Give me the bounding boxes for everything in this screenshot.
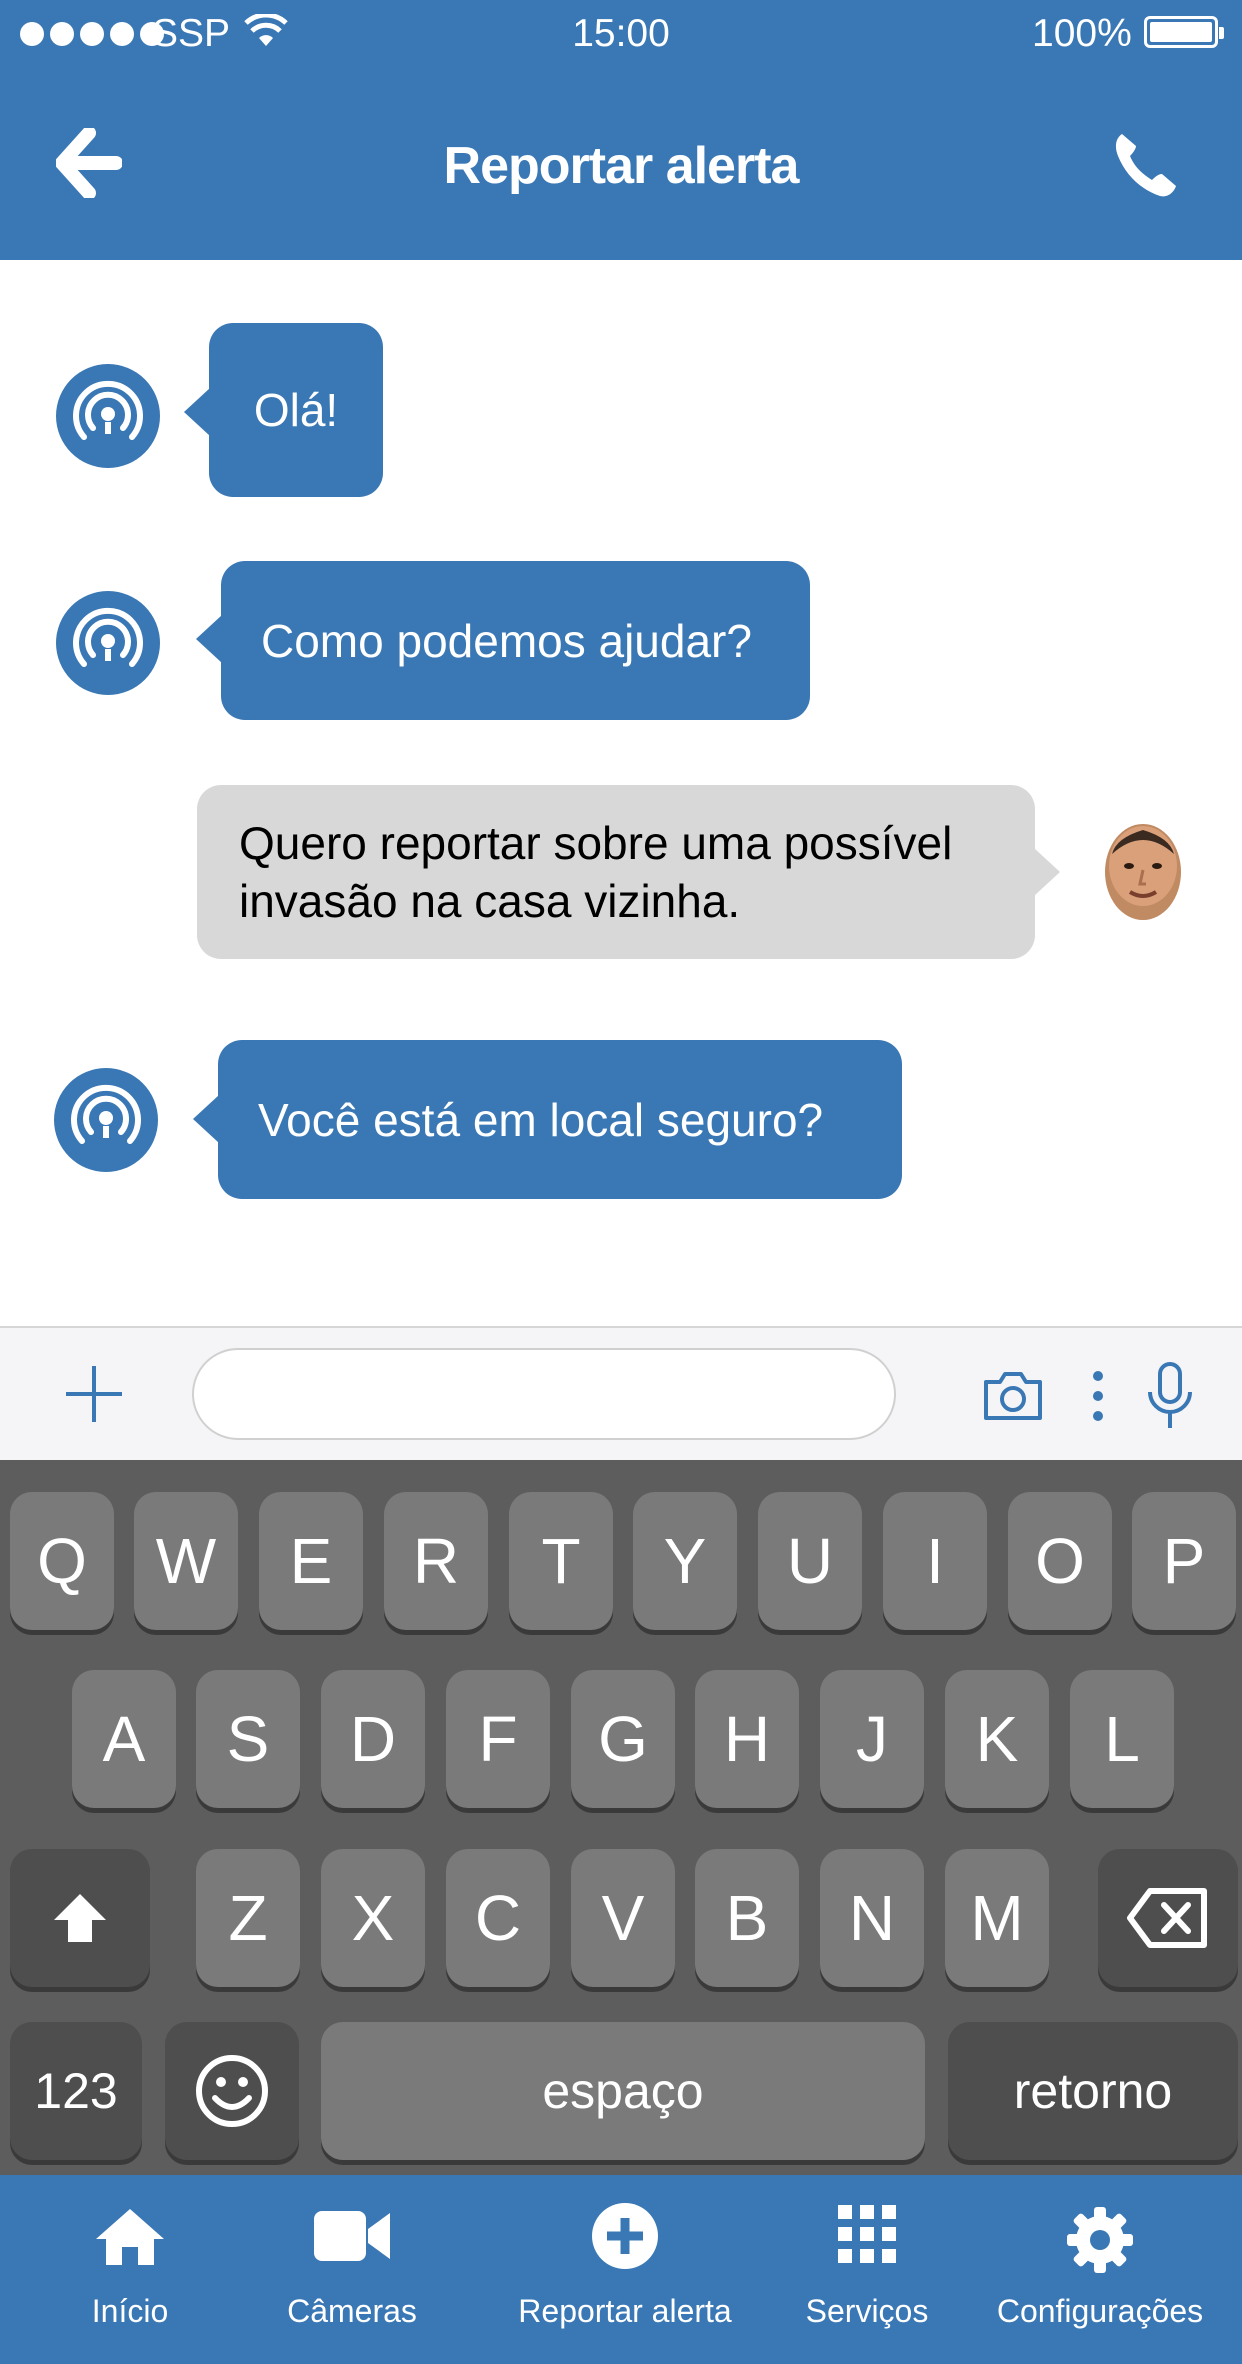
backspace-key[interactable]	[1098, 1849, 1238, 1987]
more-vertical-icon[interactable]	[1090, 1368, 1106, 1424]
key-k[interactable]: K	[945, 1670, 1049, 1808]
broadcast-icon	[73, 380, 143, 440]
space-key[interactable]: espaço	[321, 2022, 925, 2160]
key-p[interactable]: P	[1132, 1492, 1236, 1630]
numbers-key[interactable]: 123	[10, 2022, 142, 2160]
key-a[interactable]: A	[72, 1670, 176, 1808]
key-i[interactable]: I	[883, 1492, 987, 1630]
chat-area[interactable]: Olá! Como podemos ajudar? Quero reportar…	[0, 260, 1242, 1326]
key-x[interactable]: X	[321, 1849, 425, 1987]
message-input-bar	[0, 1326, 1242, 1462]
broadcast-icon	[71, 1084, 141, 1144]
plus-circle-icon	[592, 2203, 658, 2269]
backspace-icon	[1127, 1888, 1207, 1948]
key-q[interactable]: Q	[10, 1492, 114, 1630]
bot-message: Olá!	[209, 323, 383, 497]
battery-percent: 100%	[1032, 12, 1132, 55]
key-u[interactable]: U	[758, 1492, 862, 1630]
key-c[interactable]: C	[446, 1849, 550, 1987]
return-key[interactable]: retorno	[948, 2022, 1238, 2160]
bot-avatar	[56, 364, 160, 468]
bot-message: Como podemos ajudar?	[221, 561, 810, 720]
key-l[interactable]: L	[1070, 1670, 1174, 1808]
key-w[interactable]: W	[134, 1492, 238, 1630]
bot-avatar	[56, 591, 160, 695]
phone-icon[interactable]	[1112, 130, 1178, 200]
tab-inicio[interactable]: Início	[60, 2175, 200, 2364]
status-bar: SSP 15:00 100%	[0, 0, 1242, 72]
camera-icon[interactable]	[982, 1370, 1044, 1422]
message-input[interactable]	[192, 1348, 896, 1440]
tab-configuracoes[interactable]: Configurações	[982, 2175, 1218, 2364]
user-message: Quero reportar sobre uma possível invasã…	[197, 785, 1035, 959]
microphone-icon[interactable]	[1146, 1362, 1194, 1430]
key-j[interactable]: J	[820, 1670, 924, 1808]
header-bar: Reportar alerta	[0, 72, 1242, 260]
key-t[interactable]: T	[509, 1492, 613, 1630]
user-avatar	[1100, 820, 1186, 926]
emoji-key[interactable]	[165, 2022, 299, 2160]
keyboard: Q W E R T Y U I O P A S D F G H J K L Z …	[0, 1460, 1242, 2175]
key-g[interactable]: G	[571, 1670, 675, 1808]
key-d[interactable]: D	[321, 1670, 425, 1808]
key-z[interactable]: Z	[196, 1849, 300, 1987]
key-f[interactable]: F	[446, 1670, 550, 1808]
battery-icon	[1144, 16, 1224, 48]
broadcast-icon	[73, 607, 143, 667]
tab-cameras[interactable]: Câmeras	[262, 2175, 442, 2364]
key-e[interactable]: E	[259, 1492, 363, 1630]
grid-icon	[838, 2205, 896, 2263]
key-m[interactable]: M	[945, 1849, 1049, 1987]
shift-key[interactable]	[10, 1849, 150, 1987]
back-arrow-icon[interactable]	[56, 128, 122, 198]
shift-arrow-icon	[54, 1894, 106, 1942]
home-icon	[96, 2209, 164, 2265]
tab-servicos[interactable]: Serviços	[792, 2175, 942, 2364]
key-v[interactable]: V	[571, 1849, 675, 1987]
video-camera-icon	[314, 2211, 390, 2261]
tab-bar: Início Câmeras Reportar alerta Serviços	[0, 2175, 1242, 2364]
key-o[interactable]: O	[1008, 1492, 1112, 1630]
bot-avatar	[54, 1068, 158, 1172]
bot-message: Você está em local seguro?	[218, 1040, 902, 1199]
key-s[interactable]: S	[196, 1670, 300, 1808]
key-n[interactable]: N	[820, 1849, 924, 1987]
key-h[interactable]: H	[695, 1670, 799, 1808]
key-y[interactable]: Y	[633, 1492, 737, 1630]
plus-icon[interactable]	[64, 1364, 124, 1424]
key-r[interactable]: R	[384, 1492, 488, 1630]
page-title: Reportar alerta	[443, 137, 800, 195]
key-b[interactable]: B	[695, 1849, 799, 1987]
gear-icon	[1067, 2207, 1133, 2273]
tab-reportar-alerta[interactable]: Reportar alerta	[500, 2175, 750, 2364]
emoji-icon	[196, 2055, 268, 2127]
